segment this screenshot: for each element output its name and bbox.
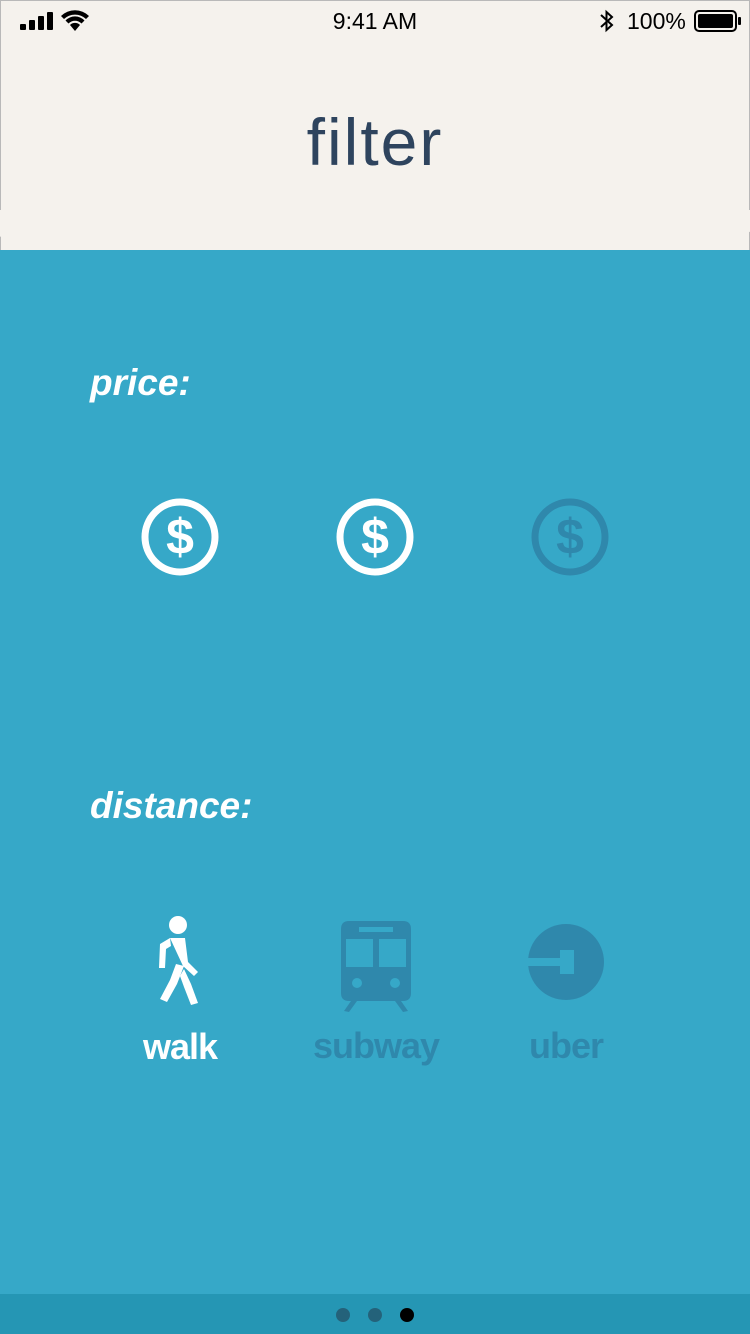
walk-icon	[159, 916, 198, 1005]
page-dot-3[interactable]	[400, 1308, 414, 1322]
wave-divider	[0, 210, 750, 241]
battery-icon	[694, 10, 741, 32]
dollar-icon: $	[336, 498, 414, 576]
dollar-icon: $	[141, 498, 219, 576]
uber-label: uber	[528, 1025, 604, 1066]
bluetooth-icon	[600, 9, 614, 33]
subway-label: subway	[312, 1025, 440, 1066]
subway-icon	[341, 921, 411, 1012]
price-option-3[interactable]: $	[529, 496, 611, 583]
dollar-icon: $	[531, 498, 609, 576]
price-label: price:	[90, 362, 191, 403]
walk-label: walk	[142, 1026, 218, 1067]
distance-option-walk[interactable]: walk	[140, 914, 220, 1074]
price-option-2[interactable]: $	[334, 496, 416, 583]
svg-text:$: $	[166, 509, 194, 565]
distance-label: distance:	[90, 785, 253, 826]
battery-percent: 100%	[627, 8, 686, 34]
svg-text:$: $	[361, 509, 389, 565]
page-dot-1[interactable]	[336, 1308, 350, 1322]
price-option-1[interactable]: $	[139, 496, 221, 583]
page-title: filter	[306, 105, 444, 179]
status-bar: 9:41 AM 100%	[0, 0, 750, 42]
uber-icon	[528, 924, 604, 1000]
distance-option-subway[interactable]: subway	[313, 921, 440, 1081]
distance-option-uber[interactable]: uber	[528, 924, 604, 1084]
filter-screen: 9:41 AM 100% filter price: $ $ $ distanc…	[0, 0, 750, 1334]
page-dot-2[interactable]	[368, 1308, 382, 1322]
svg-text:$: $	[556, 509, 584, 565]
